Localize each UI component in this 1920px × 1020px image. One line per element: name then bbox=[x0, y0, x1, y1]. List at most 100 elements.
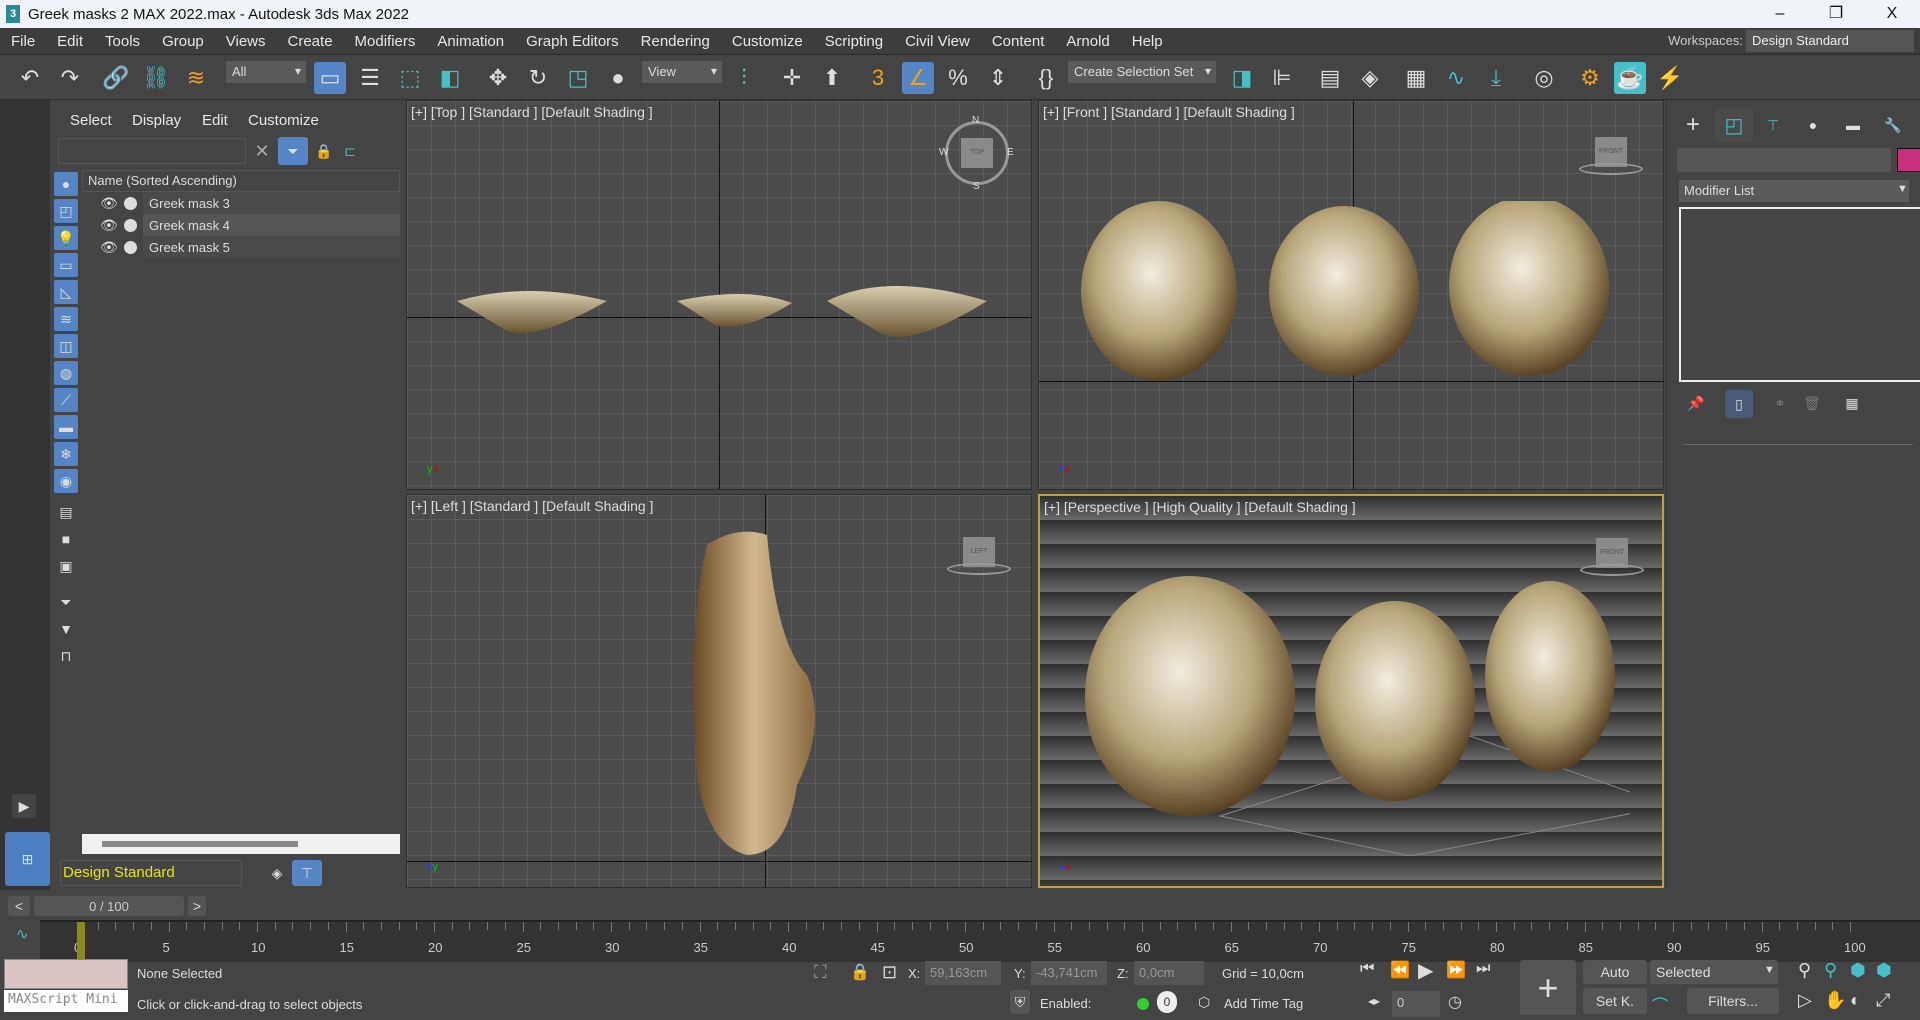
modifier-list-dropdown[interactable]: Modifier List bbox=[1679, 180, 1909, 202]
window-crossing-icon[interactable]: ◧ bbox=[434, 62, 466, 94]
sort-by-layer-icon[interactable]: ◈ bbox=[264, 860, 290, 886]
menu-rendering[interactable]: Rendering bbox=[630, 33, 721, 50]
remove-modifier-icon[interactable]: 🗑 bbox=[1799, 390, 1825, 416]
viewcube[interactable]: TOP bbox=[961, 138, 993, 168]
utilities-tab-icon[interactable]: 🔧 bbox=[1875, 110, 1911, 140]
current-frame-field[interactable]: 0 bbox=[1392, 991, 1440, 1017]
menu-views[interactable]: Views bbox=[215, 33, 277, 50]
display-groups-icon[interactable]: ◫ bbox=[54, 334, 78, 358]
menu-customize[interactable]: Customize bbox=[721, 33, 814, 50]
pan-view-icon[interactable]: ✋ bbox=[1824, 990, 1846, 1011]
mirror-icon[interactable]: ◨ bbox=[1226, 62, 1258, 94]
next-frame-icon[interactable]: ⏩ bbox=[1446, 960, 1466, 980]
bind-space-warp-icon[interactable]: ≋ bbox=[180, 62, 212, 94]
menu-animation[interactable]: Animation bbox=[426, 33, 515, 50]
menu-arnold[interactable]: Arnold bbox=[1055, 33, 1120, 50]
viewport-label[interactable]: [+] [Front ] [Standard ] [Default Shadin… bbox=[1043, 104, 1295, 120]
scale-icon[interactable]: ◳ bbox=[562, 62, 594, 94]
list-item[interactable]: 👁 Greek mask 4 bbox=[84, 214, 400, 236]
menu-tools[interactable]: Tools bbox=[94, 33, 151, 50]
hierarchy-icon[interactable]: ⊏ bbox=[338, 140, 362, 162]
rendered-frame-window-icon[interactable]: ☕ bbox=[1614, 62, 1646, 94]
maximize-viewport-icon[interactable]: ⤢ bbox=[1876, 990, 1890, 1011]
time-next-button[interactable]: > bbox=[188, 896, 206, 916]
menu-group[interactable]: Group bbox=[151, 33, 215, 50]
create-selection-set-dropdown[interactable]: Create Selection Set bbox=[1068, 61, 1216, 83]
selection-filter-dropdown[interactable]: All bbox=[226, 61, 306, 83]
viewport-perspective[interactable]: [+] [Perspective ] [High Quality ] [Defa… bbox=[1038, 494, 1664, 888]
explorer-search-input[interactable] bbox=[58, 138, 246, 164]
create-tab-icon[interactable]: + bbox=[1675, 110, 1711, 140]
explorer-tab-customize[interactable]: Customize bbox=[248, 112, 319, 129]
time-configuration-icon[interactable]: ◷ bbox=[1448, 992, 1462, 1012]
orbit-icon[interactable]: ◐ bbox=[1850, 990, 1861, 1011]
pivot-center-icon[interactable]: ⫶ bbox=[728, 62, 760, 94]
y-coordinate-field[interactable]: -43,741cm bbox=[1031, 961, 1107, 985]
menu-help[interactable]: Help bbox=[1121, 33, 1174, 50]
display-tab-icon[interactable]: ▬ bbox=[1835, 110, 1871, 140]
configure-modifier-sets-icon[interactable]: ▦ bbox=[1839, 390, 1865, 416]
spinner-snap-icon[interactable]: ⇕ bbox=[982, 62, 1014, 94]
select-manipulate-icon[interactable]: ✛ bbox=[776, 62, 808, 94]
close-button[interactable]: X bbox=[1864, 0, 1920, 28]
set-key-button[interactable]: Set K. bbox=[1583, 988, 1647, 1014]
edit-named-selection-icon[interactable]: {} bbox=[1030, 62, 1062, 94]
placement-icon[interactable]: ● bbox=[602, 62, 634, 94]
object-color-swatch[interactable] bbox=[1897, 148, 1920, 172]
zoom-extents-icon[interactable]: ⬢ bbox=[1850, 960, 1866, 981]
column-header-name[interactable]: Name (Sorted Ascending) bbox=[82, 170, 400, 192]
add-time-tag-button[interactable]: Add Time Tag bbox=[1224, 996, 1303, 1011]
viewport-top[interactable]: [+] [Top ] [Standard ] [Default Shading … bbox=[406, 100, 1032, 490]
list-item[interactable]: 👁 Greek mask 5 bbox=[84, 236, 400, 258]
display-shapes-icon[interactable]: ◰ bbox=[54, 199, 78, 223]
display-none-icon[interactable]: ■ bbox=[54, 527, 78, 551]
time-tag-count[interactable]: 0 bbox=[1157, 991, 1177, 1013]
display-frozen-icon[interactable]: ❄ bbox=[54, 442, 78, 466]
schematic-view-icon[interactable]: ⤓ bbox=[1480, 62, 1512, 94]
explorer-tab-select[interactable]: Select bbox=[70, 112, 112, 129]
menu-scripting[interactable]: Scripting bbox=[814, 33, 894, 50]
unlink-icon[interactable]: ⛓ bbox=[140, 62, 172, 94]
zoom-extents-all-icon[interactable]: ⬢ bbox=[1876, 960, 1892, 981]
scene-explorer-icon[interactable]: ▤ bbox=[1314, 62, 1346, 94]
modifier-stack[interactable] bbox=[1679, 207, 1920, 382]
menu-civil-view[interactable]: Civil View bbox=[894, 33, 981, 50]
key-filter-dropdown[interactable]: Selected bbox=[1650, 960, 1778, 984]
workspaces-dropdown[interactable]: Design Standard bbox=[1746, 30, 1914, 52]
absolute-mode-icon[interactable]: ⊡ bbox=[882, 962, 897, 983]
auto-key-button[interactable]: Auto bbox=[1583, 960, 1647, 984]
curve-editor-toggle-icon[interactable]: ∿ bbox=[16, 925, 29, 943]
default-tangents-icon[interactable]: ⌒ bbox=[1652, 992, 1668, 1016]
menu-modifiers[interactable]: Modifiers bbox=[344, 33, 427, 50]
modify-tab-icon[interactable]: ◰ bbox=[1715, 108, 1753, 142]
display-hidden-icon[interactable]: ◉ bbox=[54, 469, 78, 493]
maxscript-listener-output[interactable] bbox=[4, 959, 128, 989]
scrollbar-thumb[interactable] bbox=[102, 841, 298, 847]
display-invert-icon[interactable]: ▣ bbox=[54, 554, 78, 578]
select-object-icon[interactable]: ▭ bbox=[314, 62, 346, 94]
key-filters-button[interactable]: Filters... bbox=[1687, 988, 1779, 1014]
object-name-input[interactable] bbox=[1677, 148, 1891, 172]
display-cameras-icon[interactable]: ▭ bbox=[54, 253, 78, 277]
display-geometry-icon[interactable]: ● bbox=[54, 172, 78, 196]
filter-icon[interactable]: ⏷ bbox=[278, 137, 308, 165]
field-of-view-icon[interactable]: ▷ bbox=[1798, 990, 1812, 1011]
display-all-icon[interactable]: ▤ bbox=[54, 500, 78, 524]
go-to-start-icon[interactable]: ⏮ bbox=[1360, 960, 1374, 978]
menu-graph-editors[interactable]: Graph Editors bbox=[515, 33, 630, 50]
sort-by-hierarchy-icon[interactable]: ⊤ bbox=[292, 860, 322, 886]
rectangular-selection-icon[interactable]: ⬚ bbox=[394, 62, 426, 94]
redo-icon[interactable]: ↷ bbox=[54, 62, 86, 94]
material-editor-icon[interactable]: ◎ bbox=[1528, 62, 1560, 94]
visibility-eye-icon[interactable]: 👁 bbox=[100, 195, 120, 212]
list-item[interactable]: 👁 Greek mask 3 bbox=[84, 192, 400, 214]
isolate-selection-icon[interactable]: ⛶ bbox=[814, 962, 827, 983]
viewport-label[interactable]: [+] [Perspective ] [High Quality ] [Defa… bbox=[1044, 499, 1356, 515]
motion-tab-icon[interactable]: ● bbox=[1795, 110, 1831, 140]
selection-lock-icon[interactable]: 🔒 bbox=[850, 962, 870, 982]
maxscript-mini-input[interactable]: MAXScript Mini bbox=[4, 990, 128, 1012]
clear-search-icon[interactable]: ✕ bbox=[250, 140, 274, 162]
angle-snap-icon[interactable]: ∠ bbox=[902, 62, 934, 94]
undo-icon[interactable]: ↶ bbox=[14, 62, 46, 94]
display-lights-icon[interactable]: 💡 bbox=[54, 226, 78, 250]
